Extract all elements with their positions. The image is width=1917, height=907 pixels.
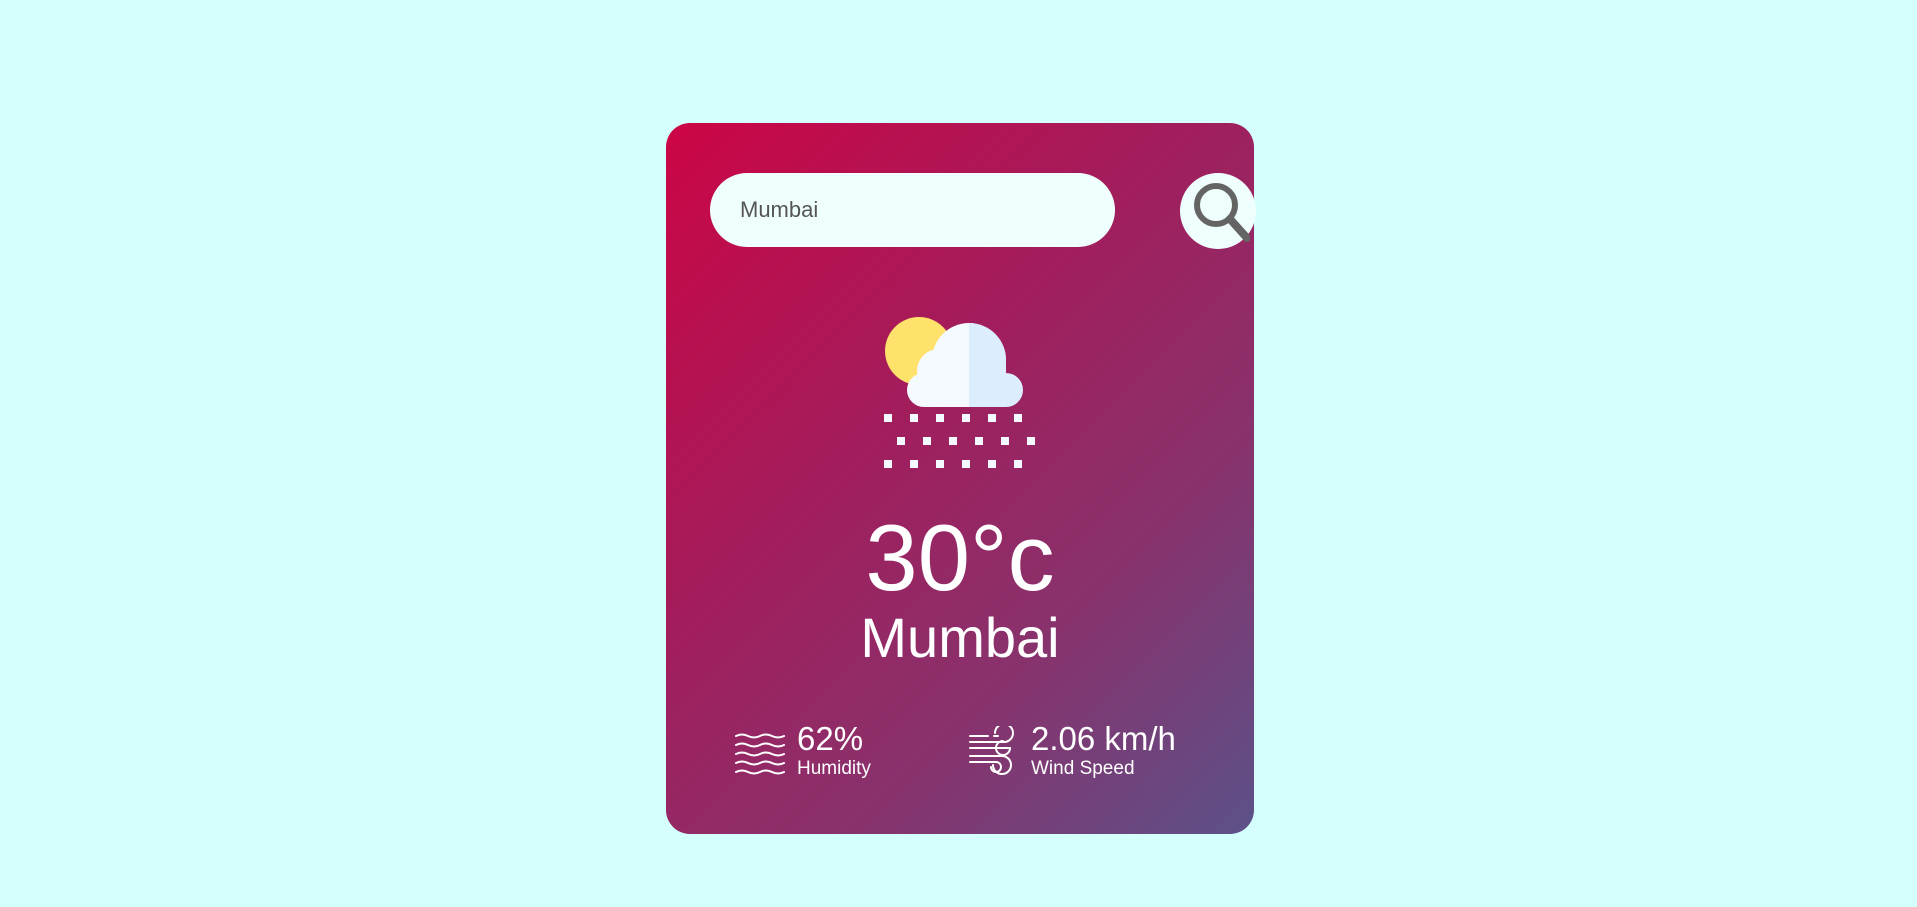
humidity-label: Humidity	[797, 758, 871, 779]
search-icon	[1194, 183, 1250, 242]
weather-card: 30°c Mumbai 62% Humidity 2.0	[666, 123, 1256, 834]
temperature-value: 30°c	[865, 505, 1055, 610]
humidity-value: 62%	[797, 720, 864, 757]
wind-icon	[969, 726, 1014, 775]
sun-cloud-snow-icon	[884, 317, 1035, 468]
wind-speed-value: 2.06 km/h	[1031, 720, 1176, 757]
search-bar	[710, 173, 1256, 249]
wind-speed-label: Wind Speed	[1031, 758, 1135, 779]
search-input[interactable]	[710, 173, 1115, 247]
search-button[interactable]	[1180, 173, 1256, 249]
humidity-waves-icon	[735, 733, 785, 775]
humidity-detail: 62% Humidity	[734, 721, 934, 781]
wind-detail: 2.06 km/h Wind Speed	[968, 721, 1228, 781]
city-name: Mumbai	[860, 606, 1060, 669]
